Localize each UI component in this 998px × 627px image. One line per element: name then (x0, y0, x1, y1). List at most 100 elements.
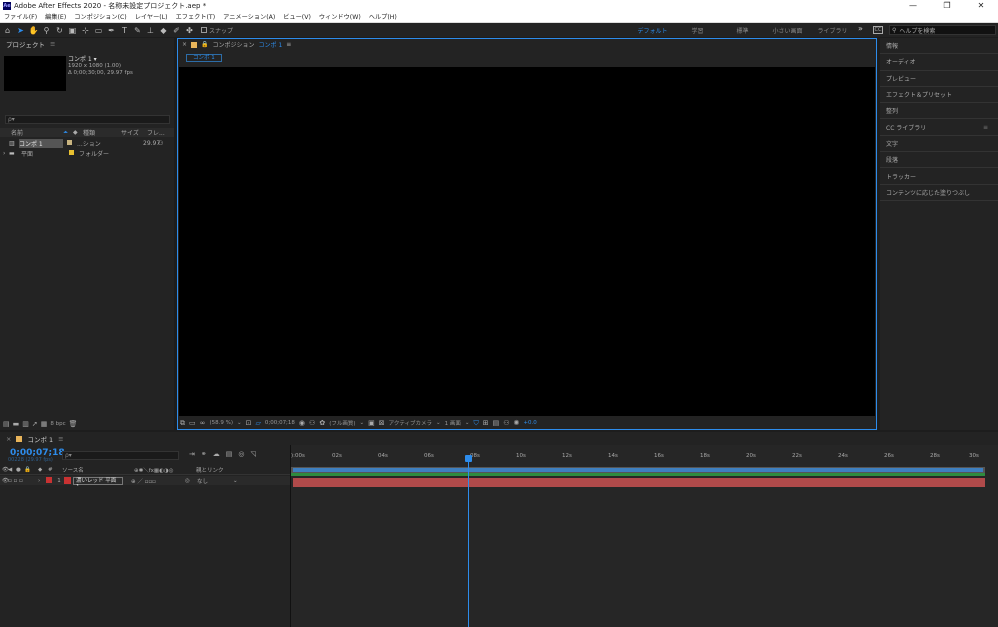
snap-checkbox[interactable] (201, 27, 207, 33)
menu-animation[interactable]: アニメーション(A) (219, 12, 279, 21)
layer-switch-boxes[interactable]: ▫ ▫ ▫ (8, 478, 38, 484)
camera-select[interactable]: アクティブカメラ (389, 419, 432, 427)
column-source-name[interactable]: ソース名 (62, 466, 134, 474)
time-ruler[interactable]: ):00s 02s 04s 06s 08s 10s 12s 14s 16s 18s 20s 22s 24… (291, 453, 998, 465)
draft-3d-icon[interactable]: ⚭ (201, 450, 207, 458)
panel-audio[interactable]: オーディオ (880, 54, 998, 71)
flowchart-icon[interactable]: ⚇ (503, 419, 509, 427)
playhead-handle[interactable] (464, 455, 472, 462)
layer-row[interactable]: 👁 ▫ ▫ ▫ › 1 濃いレッド 平面 1 ⊕ ／ ▫▫▫ ◎ なし ⌄ (0, 476, 290, 490)
interpret-footage-icon[interactable]: ▤ (3, 420, 10, 428)
panel-menu-icon[interactable]: ≡ (50, 40, 55, 48)
timeline-tab-label[interactable]: コンポ 1 (27, 434, 53, 444)
timecode-display[interactable]: 0;00;07;18 (265, 420, 295, 426)
bit-depth-button[interactable]: 8 bpc (50, 421, 65, 427)
video-toggle-icon[interactable]: 👁 (0, 467, 9, 473)
panel-tracker[interactable]: トラッカー (880, 168, 998, 185)
render-queue-icon[interactable]: ➚ (32, 420, 38, 428)
lock-icon[interactable]: 🔒 (201, 41, 208, 48)
project-search-input[interactable]: ρ▾ (5, 115, 170, 124)
roto-brush-tool-icon[interactable]: ✐ (171, 25, 182, 36)
panel-cc-libraries[interactable]: CC ライブラリ ≡ (880, 119, 998, 136)
panel-effects-presets[interactable]: エフェクト＆プリセット (880, 87, 998, 104)
label-icon[interactable]: ◆ (38, 467, 48, 473)
video-toggle-icon[interactable]: 👁 (0, 478, 9, 484)
parent-select[interactable]: なし (197, 477, 233, 485)
composition-viewer[interactable] (179, 67, 875, 416)
show-snapshot-icon[interactable]: ⚇ (309, 419, 315, 427)
exposure-icon[interactable]: ✺ (514, 419, 520, 427)
panel-paragraph[interactable]: 段落 (880, 152, 998, 169)
twirl-icon[interactable]: › (38, 478, 46, 484)
chevron-down-icon[interactable]: ⌄ (465, 420, 470, 426)
close-button[interactable]: ✕ (964, 0, 998, 11)
lock-icon[interactable]: 🔒 (24, 467, 38, 473)
snap-toggle[interactable]: スナップ (201, 26, 233, 35)
zoom-select[interactable]: (58.9 %) (209, 420, 233, 426)
composition-name[interactable]: コンポ 1 (259, 40, 283, 49)
resolution-select[interactable]: (フル画質) (329, 419, 355, 427)
chevron-down-icon[interactable]: ⌄ (237, 420, 242, 426)
flowchart-icon[interactable]: ⚇ (158, 140, 163, 147)
exposure-value[interactable]: +0.0 (523, 420, 536, 426)
brush-tool-icon[interactable]: ✎ (132, 25, 143, 36)
maximize-button[interactable]: ❐ (930, 0, 964, 11)
composition-tab-label[interactable]: コンポジション (213, 40, 255, 49)
menu-composition[interactable]: コンポジション(C) (70, 12, 130, 21)
more-workspaces-icon[interactable]: » (858, 24, 863, 33)
toggle-3d-icon[interactable]: ⊞ (483, 419, 489, 427)
label-color-swatch[interactable] (67, 140, 72, 145)
project-item-solids-folder[interactable]: › ▬ 平面 フォルダー (0, 149, 174, 158)
channel-icon[interactable]: ✿ (319, 419, 325, 427)
clone-stamp-tool-icon[interactable]: ⊥ (145, 25, 156, 36)
menu-layer[interactable]: レイヤー(L) (131, 12, 172, 21)
column-fps[interactable]: フレ... (147, 128, 165, 137)
menu-help[interactable]: ヘルプ(H) (365, 12, 401, 21)
panel-character[interactable]: 文字 (880, 136, 998, 153)
solo-icon[interactable]: ● (16, 467, 24, 473)
panel-menu-icon[interactable]: ≡ (58, 435, 63, 443)
rotate-tool-icon[interactable]: ↻ (54, 25, 65, 36)
column-parent[interactable]: 親とリンク (196, 466, 224, 474)
new-folder-icon[interactable]: ▬ (13, 420, 20, 428)
transparency-grid-icon[interactable]: ▣ (368, 419, 375, 427)
chevron-down-icon[interactable]: ⌄ (436, 420, 441, 426)
new-composition-icon[interactable]: ▥ (22, 420, 29, 428)
layer-list-empty-area[interactable] (0, 486, 290, 627)
shy-icon[interactable]: ☁ (213, 450, 220, 458)
menu-window[interactable]: ウィンドウ(W) (315, 12, 365, 21)
type-tool-icon[interactable]: T (119, 25, 130, 36)
current-time-indicator[interactable] (467, 455, 469, 627)
menu-view[interactable]: ビュー(V) (279, 12, 315, 21)
work-area-range[interactable] (293, 468, 983, 472)
pen-tool-icon[interactable]: ✒ (106, 25, 117, 36)
snapshot-icon[interactable]: ◉ (299, 419, 305, 427)
layer-switches[interactable]: ⊕ ／ ▫▫▫ (123, 477, 185, 485)
panel-info[interactable]: 情報 (880, 38, 998, 55)
workspace-libraries[interactable]: ライブラリ (810, 26, 855, 35)
label-color-swatch[interactable] (69, 150, 74, 155)
column-type[interactable]: 種類 (83, 128, 121, 137)
project-item-comp[interactable]: ▥ コンポ 1 ...ション 29.97 ⚇ (0, 139, 174, 148)
monitor-icon[interactable]: ▭ (189, 419, 196, 427)
pan-behind-tool-icon[interactable]: ⊹ (80, 25, 91, 36)
project-panel-title[interactable]: プロジェクト (6, 39, 45, 49)
puppet-tool-icon[interactable]: ✤ (184, 25, 195, 36)
timeline-icon[interactable]: ▤ (493, 419, 500, 427)
zoom-tool-icon[interactable]: ⚲ (41, 25, 52, 36)
workspace-standard[interactable]: 標準 (720, 26, 765, 35)
hand-tool-icon[interactable]: ✋ (28, 25, 39, 36)
workspace-learn[interactable]: 学習 (675, 26, 720, 35)
help-search-input[interactable]: ⚲ ヘルプを検索 (889, 25, 996, 35)
panel-menu-icon[interactable]: ≡ (286, 41, 291, 48)
rectangle-tool-icon[interactable]: ▭ (93, 25, 104, 36)
eraser-tool-icon[interactable]: ◆ (158, 25, 169, 36)
chevron-down-icon[interactable]: ⌄ (359, 420, 364, 426)
time-graph[interactable]: ):00s 02s 04s 06s 08s 10s 12s 14s 16s 18s 20s 22s 24… (291, 445, 998, 627)
grid-icon[interactable]: ⊠ (379, 419, 385, 427)
layer-duration-bar[interactable] (293, 478, 985, 487)
panel-menu-icon[interactable]: ≡ (983, 124, 988, 131)
home-icon[interactable]: ⌂ (2, 25, 13, 36)
mask-visibility-icon[interactable]: ∞ (200, 419, 206, 427)
item-info-name[interactable]: コンポ 1 ▾ (68, 56, 133, 63)
